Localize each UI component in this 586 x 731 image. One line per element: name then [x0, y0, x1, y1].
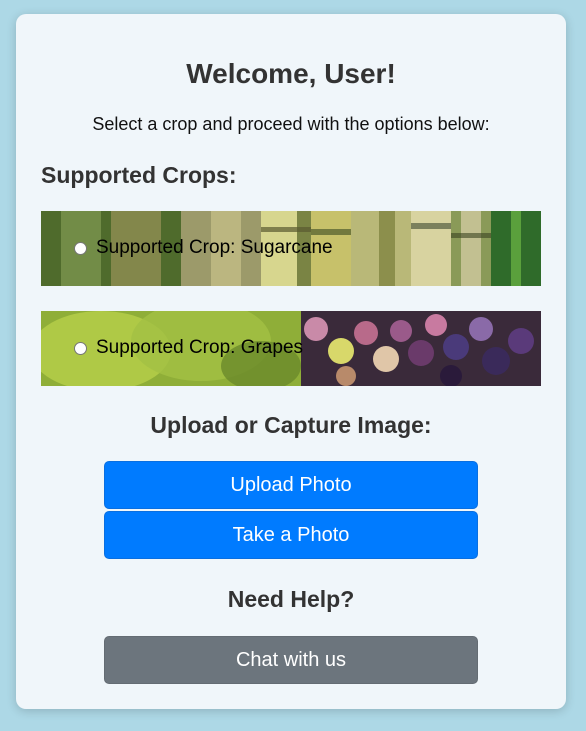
help-heading: Need Help? [227, 586, 355, 612]
page-title: Welcome, User! [186, 58, 396, 89]
crop-radio-grapes[interactable]: Supported Crop: Grapes [74, 337, 303, 359]
radio-button[interactable] [74, 241, 87, 255]
radio-button[interactable] [74, 341, 87, 355]
crop-radio-sugarcane[interactable]: Supported Crop: Sugarcane [74, 237, 333, 259]
crop-option-sugarcane[interactable]: Supported Crop: Sugarcane [41, 211, 541, 286]
crop-option-grapes[interactable]: Supported Crop: Grapes [41, 311, 541, 386]
welcome-card: Welcome, User! Select a crop and proceed… [16, 14, 566, 709]
chat-button[interactable]: Chat with us [104, 636, 478, 684]
upload-heading: Upload or Capture Image: [150, 412, 432, 438]
upload-photo-button[interactable]: Upload Photo [104, 461, 478, 509]
supported-crops-heading: Supported Crops: [41, 162, 237, 188]
crop-label-sugarcane: Supported Crop: Sugarcane [96, 237, 333, 258]
crop-label-grapes: Supported Crop: Grapes [96, 337, 304, 358]
page-subtitle: Select a crop and proceed with the optio… [92, 114, 490, 134]
take-photo-button[interactable]: Take a Photo [104, 511, 478, 559]
